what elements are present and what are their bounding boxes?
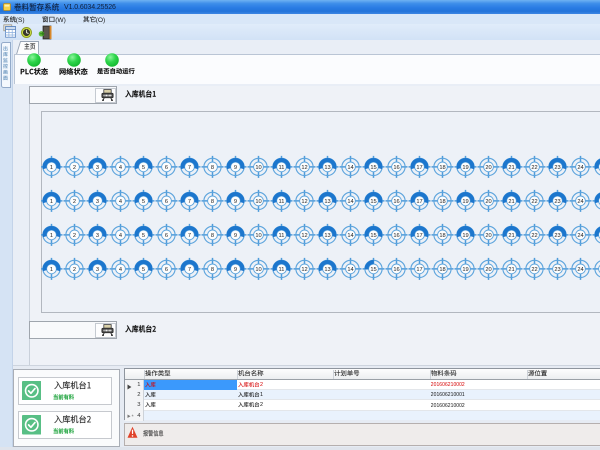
svg-text:2: 2 [73, 165, 76, 171]
svg-text:7: 7 [188, 199, 191, 205]
svg-text:23: 23 [554, 165, 560, 171]
svg-text:13: 13 [324, 165, 330, 171]
svg-text:22: 22 [531, 199, 537, 205]
svg-text:20: 20 [485, 267, 491, 273]
svg-text:4: 4 [119, 199, 122, 205]
svg-text:24: 24 [577, 199, 583, 205]
svg-text:22: 22 [531, 165, 537, 171]
svg-text:9: 9 [234, 199, 237, 205]
svg-text:17: 17 [416, 165, 422, 171]
svg-text:3: 3 [96, 165, 99, 171]
svg-text:24: 24 [577, 165, 583, 171]
svg-text:2: 2 [73, 267, 76, 273]
svg-text:17: 17 [416, 267, 422, 273]
svg-text:9: 9 [234, 165, 237, 171]
svg-text:16: 16 [393, 199, 399, 205]
svg-text:19: 19 [462, 267, 468, 273]
svg-text:21: 21 [508, 165, 514, 171]
svg-text:17: 17 [416, 233, 422, 239]
svg-text:14: 14 [347, 165, 353, 171]
svg-text:19: 19 [462, 233, 468, 239]
svg-text:5: 5 [142, 267, 145, 273]
svg-text:23: 23 [554, 233, 560, 239]
svg-text:5: 5 [142, 233, 145, 239]
svg-text:10: 10 [255, 199, 261, 205]
svg-text:1: 1 [50, 267, 53, 273]
svg-text:23: 23 [554, 267, 560, 273]
svg-text:4: 4 [119, 267, 122, 273]
svg-text:1: 1 [50, 199, 53, 205]
svg-text:13: 13 [324, 199, 330, 205]
svg-text:8: 8 [211, 165, 214, 171]
svg-text:8: 8 [211, 267, 214, 273]
svg-text:2: 2 [73, 199, 76, 205]
svg-text:13: 13 [324, 233, 330, 239]
svg-text:7: 7 [188, 165, 191, 171]
svg-text:15: 15 [370, 165, 376, 171]
svg-text:18: 18 [439, 199, 445, 205]
svg-text:11: 11 [279, 199, 285, 205]
svg-text:5: 5 [142, 165, 145, 171]
svg-text:14: 14 [347, 199, 353, 205]
svg-text:5: 5 [142, 199, 145, 205]
svg-text:1: 1 [50, 165, 53, 171]
svg-text:6: 6 [165, 233, 168, 239]
svg-text:3: 3 [96, 267, 99, 273]
svg-text:12: 12 [301, 233, 307, 239]
svg-text:7: 7 [188, 267, 191, 273]
svg-text:18: 18 [439, 267, 445, 273]
svg-text:9: 9 [234, 233, 237, 239]
svg-text:20: 20 [485, 199, 491, 205]
svg-text:14: 14 [347, 233, 353, 239]
svg-text:18: 18 [439, 165, 445, 171]
svg-text:9: 9 [234, 267, 237, 273]
svg-text:20: 20 [485, 233, 491, 239]
svg-text:15: 15 [370, 199, 376, 205]
svg-text:22: 22 [531, 267, 537, 273]
svg-text:15: 15 [370, 233, 376, 239]
svg-text:15: 15 [370, 267, 376, 273]
svg-text:2: 2 [73, 233, 76, 239]
svg-text:7: 7 [188, 233, 191, 239]
svg-text:21: 21 [508, 233, 514, 239]
svg-text:11: 11 [279, 267, 285, 273]
svg-text:4: 4 [119, 165, 122, 171]
svg-text:19: 19 [462, 165, 468, 171]
svg-text:11: 11 [279, 233, 285, 239]
svg-text:19: 19 [462, 199, 468, 205]
svg-text:12: 12 [301, 165, 307, 171]
svg-text:21: 21 [508, 199, 514, 205]
svg-text:10: 10 [255, 233, 261, 239]
svg-text:14: 14 [347, 267, 353, 273]
svg-text:6: 6 [165, 267, 168, 273]
svg-text:11: 11 [279, 165, 285, 171]
svg-text:3: 3 [96, 233, 99, 239]
svg-text:4: 4 [119, 233, 122, 239]
svg-text:8: 8 [211, 233, 214, 239]
svg-text:21: 21 [508, 267, 514, 273]
svg-text:24: 24 [577, 267, 583, 273]
svg-text:6: 6 [165, 165, 168, 171]
svg-text:*: * [131, 414, 134, 419]
svg-text:8: 8 [211, 199, 214, 205]
svg-text:12: 12 [301, 267, 307, 273]
svg-text:20: 20 [485, 165, 491, 171]
svg-text:16: 16 [393, 165, 399, 171]
svg-text:3: 3 [96, 199, 99, 205]
svg-text:10: 10 [255, 267, 261, 273]
svg-text:1: 1 [50, 233, 53, 239]
svg-text:16: 16 [393, 267, 399, 273]
svg-text:22: 22 [531, 233, 537, 239]
svg-text:17: 17 [416, 199, 422, 205]
svg-text:16: 16 [393, 233, 399, 239]
svg-text:10: 10 [255, 165, 261, 171]
svg-text:6: 6 [165, 199, 168, 205]
svg-text:18: 18 [439, 233, 445, 239]
svg-text:12: 12 [301, 199, 307, 205]
svg-text:23: 23 [554, 199, 560, 205]
svg-text:13: 13 [324, 267, 330, 273]
svg-text:24: 24 [577, 233, 583, 239]
